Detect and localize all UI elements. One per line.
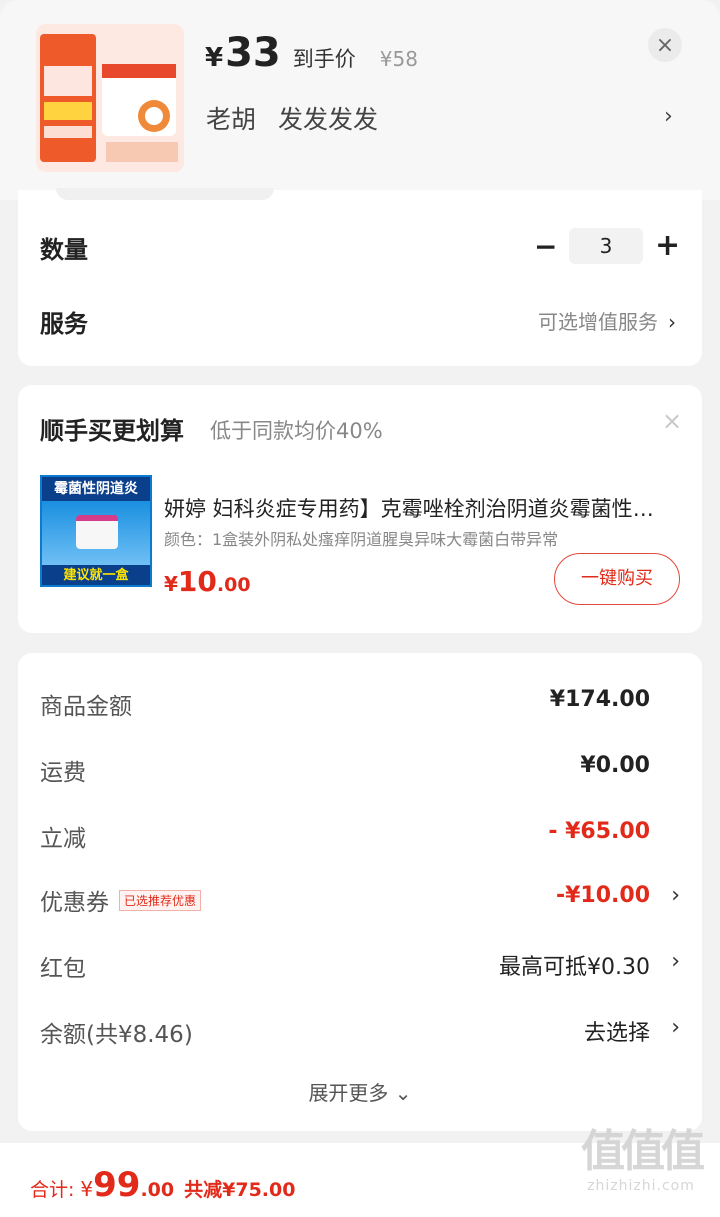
product-image-icon — [36, 24, 184, 172]
watermark: 值值值 zhizhizhi.com — [568, 1126, 714, 1206]
product-header: ¥ 33 到手价 ¥58 × 老胡 发发发发 › — [0, 0, 720, 200]
service-value: 可选增值服务 — [538, 310, 658, 334]
price-details-card: 商品金额 ¥174.00 运费 ¥0.00 立减 - ¥65.00 优惠券 已选推… — [18, 653, 702, 1131]
total-decimal: .00 — [140, 1179, 175, 1201]
close-icon[interactable]: × — [648, 28, 682, 62]
service-label: 服务 — [40, 310, 88, 338]
quantity-label: 数量 — [40, 236, 88, 264]
detail-value: ¥174.00 — [549, 687, 650, 712]
price-decimal: .00 — [216, 574, 251, 596]
price-integer: 10 — [177, 565, 217, 598]
product-thumbnail[interactable] — [36, 24, 184, 172]
recommend-subtitle: 低于同款均价40% — [210, 419, 383, 443]
detail-label: 红包 — [40, 956, 86, 982]
recommend-product-name[interactable]: 妍婷 妇科炎症专用药】克霉唑栓剂治阴道炎霉菌性真菌外阴私处瘙痒 — [164, 493, 674, 523]
service-selector[interactable]: 可选增值服务 › — [538, 306, 676, 335]
detail-label: 立减 — [40, 826, 86, 852]
detail-row-red-packet[interactable]: 红包 最高可抵¥0.30 › — [40, 949, 680, 989]
detail-value: -¥10.00 — [555, 883, 650, 908]
detail-label: 商品金额 — [40, 694, 132, 720]
expand-more-button[interactable]: 展开更多 ⌄ — [18, 1077, 702, 1106]
detail-value: - ¥65.00 — [548, 819, 650, 844]
watermark-url: zhizhizhi.com — [587, 1178, 695, 1194]
shop-name: 老胡 — [206, 105, 257, 134]
chevron-right-icon[interactable]: › — [664, 104, 673, 129]
detail-label: 余额(共¥8.46) — [40, 1022, 193, 1048]
recommend-title: 顺手买更划算 — [40, 417, 184, 445]
purchase-options-card: 数量 − 3 + 服务 可选增值服务 › — [18, 188, 702, 366]
price-symbol: ¥ — [80, 1177, 94, 1201]
recommend-product-image[interactable]: 霉菌性阴道炎 建议就一盒 — [40, 475, 152, 587]
detail-value: 去选择 — [583, 1021, 650, 1046]
image-bottom-text: 建议就一盒 — [42, 565, 150, 585]
detail-row-shipping: 运费 ¥0.00 — [40, 753, 680, 793]
image-top-text: 霉菌性阴道炎 — [42, 477, 150, 501]
recommend-product-spec: 颜色：1盒装外阴私处瘙痒阴道腥臭异味大霉菌白带异常 — [164, 530, 559, 549]
close-icon[interactable]: × — [662, 407, 682, 435]
detail-label: 运费 — [40, 760, 86, 786]
total-integer: 99 — [93, 1165, 141, 1205]
quantity-decrease-button[interactable]: − — [534, 230, 557, 263]
total-saving: 共减¥75.00 — [184, 1179, 296, 1201]
recommend-price: ¥10.00 — [164, 565, 251, 598]
recommend-card: 顺手买更划算 低于同款均价40% × 霉菌性阴道炎 建议就一盒 妍婷 妇科炎症专… — [18, 385, 702, 633]
chevron-right-icon: › — [671, 1015, 680, 1040]
detail-row-subtotal: 商品金额 ¥174.00 — [40, 687, 680, 727]
medicine-box-icon — [42, 501, 150, 565]
final-price-tag: 到手价 — [292, 47, 356, 71]
price-row: ¥ 33 到手价 ¥58 — [205, 30, 418, 76]
detail-row-coupon[interactable]: 优惠券 已选推荐优惠 -¥10.00 › — [40, 883, 680, 923]
total-label: 合计: — [30, 1179, 75, 1201]
price-symbol: ¥ — [205, 43, 224, 73]
shop-row[interactable]: 老胡 发发发发 — [206, 100, 378, 136]
coupon-label: 优惠券 — [40, 890, 109, 916]
detail-value: 最高可抵¥0.30 — [499, 955, 650, 980]
order-total: 合计: ¥ 99 .00 共减¥75.00 — [30, 1165, 295, 1205]
watermark-logo: 值值值 — [581, 1126, 705, 1177]
original-price: ¥58 — [379, 47, 418, 71]
detail-row-discount: 立减 - ¥65.00 — [40, 819, 680, 859]
quick-buy-button[interactable]: 一键购买 — [554, 553, 680, 605]
chevron-right-icon: › — [671, 949, 680, 974]
price-symbol: ¥ — [164, 572, 178, 596]
quantity-increase-button[interactable]: + — [655, 228, 680, 263]
tab-handle — [56, 188, 274, 200]
final-price: 33 — [225, 30, 281, 76]
shop-tag: 发发发发 — [277, 105, 378, 134]
detail-value: ¥0.00 — [580, 753, 650, 778]
chevron-right-icon: › — [671, 883, 680, 908]
detail-label: 优惠券 已选推荐优惠 — [40, 883, 202, 917]
detail-row-balance[interactable]: 余额(共¥8.46) 去选择 › — [40, 1015, 680, 1055]
quantity-input[interactable]: 3 — [569, 228, 643, 264]
chevron-right-icon: › — [668, 310, 676, 334]
coupon-badge: 已选推荐优惠 — [119, 890, 202, 911]
